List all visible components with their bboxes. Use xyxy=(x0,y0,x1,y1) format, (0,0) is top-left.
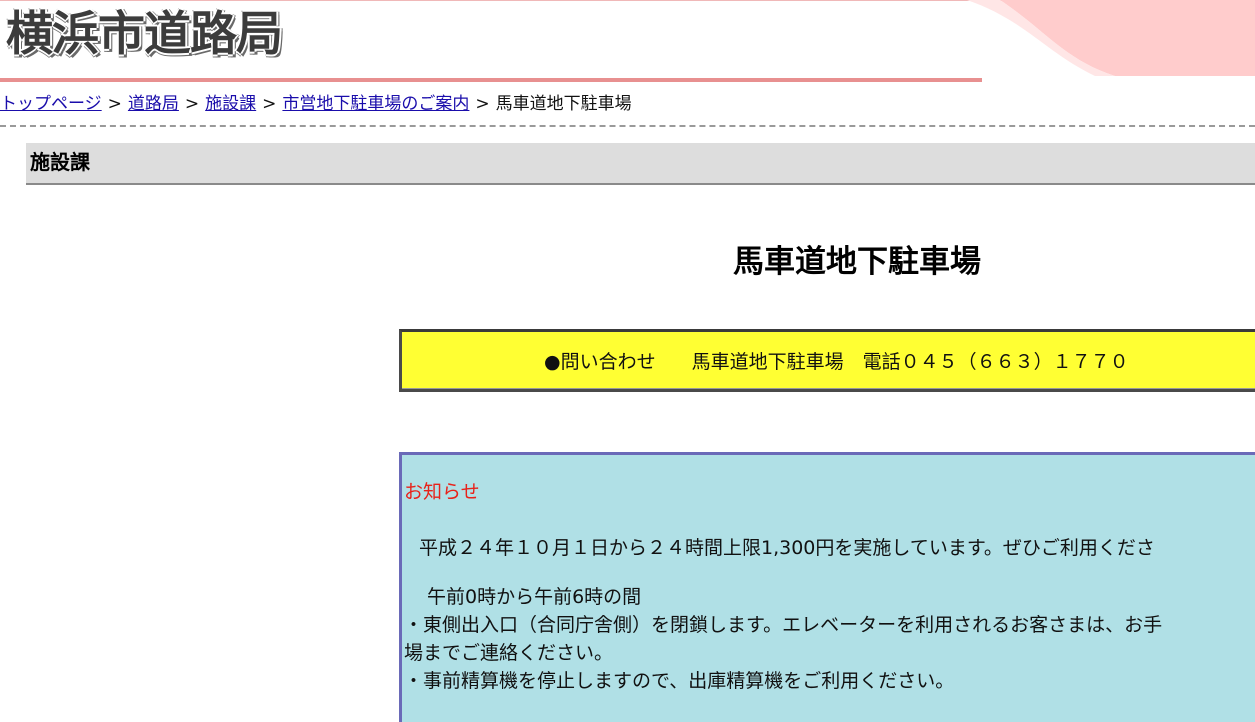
breadcrumb-link-road-bureau[interactable]: 道路局 xyxy=(128,94,179,114)
breadcrumb-separator: > xyxy=(262,94,277,114)
section-title: 施設課 xyxy=(30,150,90,174)
site-header: 横浜市道路局 xyxy=(0,0,1255,84)
notice-line-prepay-machine: ・事前精算機を停止しますので、出庫精算機をご利用ください。 xyxy=(404,670,955,692)
notice-line-night-hours: 午前0時から午前6時の間 xyxy=(427,586,642,608)
contact-label: ●問い合わせ xyxy=(544,351,656,373)
breadcrumb: トップページ > 道路局 > 施設課 > 市営地下駐車場のご案内 > 馬車道地下駐車場 xyxy=(0,93,632,115)
header-wave-decoration xyxy=(967,0,1255,76)
header-divider xyxy=(0,78,982,82)
breadcrumb-link-top[interactable]: トップページ xyxy=(0,94,102,114)
notice-line-contact-request: 場までご連絡ください。 xyxy=(404,642,614,664)
breadcrumb-separator: > xyxy=(184,94,200,114)
breadcrumb-link-parking-guide[interactable]: 市営地下駐車場のご案内 xyxy=(282,94,469,114)
breadcrumb-current: 馬車道地下駐車場 xyxy=(495,94,632,114)
breadcrumb-divider xyxy=(0,125,1255,127)
page-title: 馬車道地下駐車場 xyxy=(733,244,981,280)
breadcrumb-link-facilities[interactable]: 施設課 xyxy=(205,94,256,114)
notice-line-east-exit: ・東側出入口（合同庁舎側）を閉鎖します。エレベーターを利用されるお客さまは、お手 xyxy=(404,614,1163,636)
site-logo[interactable]: 横浜市道路局 xyxy=(6,4,283,66)
breadcrumb-separator: > xyxy=(475,94,490,114)
notice-box: お知らせ 平成２４年１０月１日から２４時間上限1,300円を実施しています。ぜひ… xyxy=(399,452,1255,722)
contact-phone: 電話０４５（６６３）１７７０ xyxy=(862,351,1129,373)
notice-heading: お知らせ xyxy=(404,481,480,503)
section-header: 施設課 xyxy=(26,143,1255,185)
breadcrumb-separator: > xyxy=(107,94,122,114)
contact-name: 馬車道地下駐車場 xyxy=(691,351,844,373)
contact-box: ●問い合わせ 馬車道地下駐車場 電話０４５（６６３）１７７０ xyxy=(399,329,1255,392)
contact-info: ●問い合わせ 馬車道地下駐車場 電話０４５（６６３）１７７０ xyxy=(544,349,1129,375)
notice-line-hours-cap: 平成２４年１０月１日から２４時間上限1,300円を実施しています。ぜひご利用くだ… xyxy=(419,537,1155,559)
